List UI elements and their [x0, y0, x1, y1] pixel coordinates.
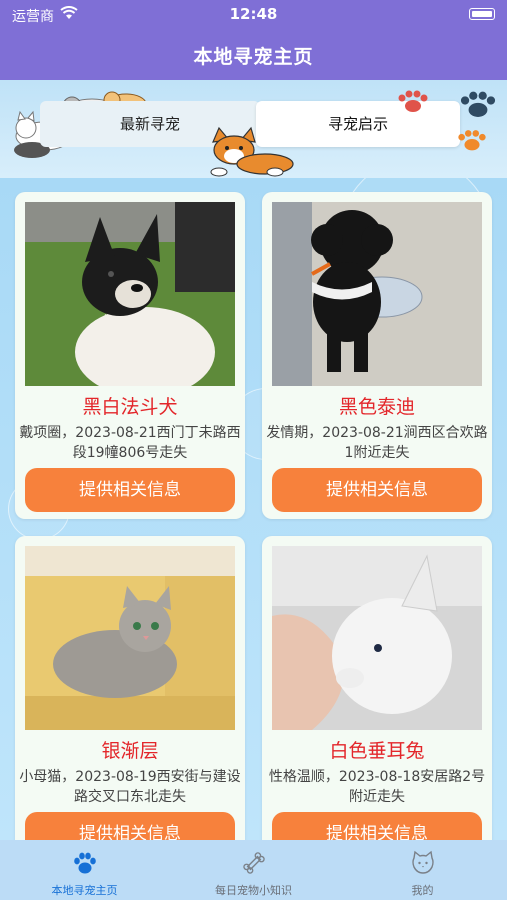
pet-card: 黑色泰迪 发情期，2023-08-21涧西区合欢路1附近走失 提供相关信息	[262, 192, 492, 519]
pet-description: 戴项圈，2023-08-21西门丁未路西段19幢806号走失	[19, 425, 241, 461]
pet-photo	[25, 546, 235, 730]
pet-description: 发情期，2023-08-21涧西区合欢路1附近走失	[266, 425, 488, 461]
pet-photo	[272, 546, 482, 730]
tab-label: 每日宠物小知识	[215, 884, 292, 897]
pet-card: 银渐层 小母猫，2023-08-19西安街与建设路交叉口东北走失 提供相关信息	[15, 536, 245, 840]
provide-info-button[interactable]: 提供相关信息	[272, 812, 482, 840]
paw-icon	[460, 91, 496, 117]
cat-face-icon	[412, 850, 434, 874]
provide-info-button[interactable]: 提供相关信息	[272, 468, 482, 512]
pet-photo	[25, 202, 235, 386]
pet-name: 黑白法斗犬	[82, 396, 178, 418]
bone-icon	[243, 852, 265, 874]
tab-profile[interactable]: 我的	[338, 840, 507, 900]
paw-icon	[458, 130, 486, 151]
tab-label: 我的	[411, 884, 434, 897]
tab-home[interactable]: 本地寻宠主页	[0, 840, 169, 900]
pet-name: 白色垂耳兔	[329, 740, 425, 762]
corgi-illustration	[210, 126, 294, 177]
pet-name: 黑色泰迪	[338, 396, 415, 418]
pet-name: 银渐层	[101, 740, 159, 762]
pet-description: 小母猫，2023-08-19西安街与建设路交叉口东北走失	[19, 769, 241, 805]
page-title: 本地寻宠主页	[193, 46, 314, 68]
pet-card-grid[interactable]: 黑白法斗犬 戴项圈，2023-08-21西门丁未路西段19幢806号走失 提供相…	[0, 178, 507, 840]
status-time: 12:48	[229, 5, 278, 23]
pet-card: 黑白法斗犬 戴项圈，2023-08-21西门丁未路西段19幢806号走失 提供相…	[15, 192, 245, 519]
pet-description: 性格温顺，2023-08-18安居路2号附近走失	[268, 769, 486, 805]
provide-info-button[interactable]: 提供相关信息	[25, 468, 235, 512]
bottom-tab-bar: 本地寻宠主页 每日宠物小知识 我的	[0, 840, 507, 900]
pet-card: 白色垂耳兔 性格温顺，2023-08-18安居路2号附近走失 提供相关信息	[262, 536, 492, 840]
navigation-bar: 本地寻宠主页	[0, 28, 507, 80]
tab-label: 本地寻宠主页	[51, 884, 118, 897]
tab-daily-tips[interactable]: 每日宠物小知识	[169, 840, 338, 900]
paw-icon	[74, 852, 96, 874]
battery-icon	[469, 8, 495, 20]
status-bar: 运营商 12:48	[0, 0, 507, 28]
provide-info-button[interactable]: 提供相关信息	[25, 812, 235, 840]
paw-icon	[398, 90, 428, 112]
pet-photo	[272, 202, 482, 386]
tab-banner: 最新寻宠 寻宠启示	[0, 80, 507, 178]
